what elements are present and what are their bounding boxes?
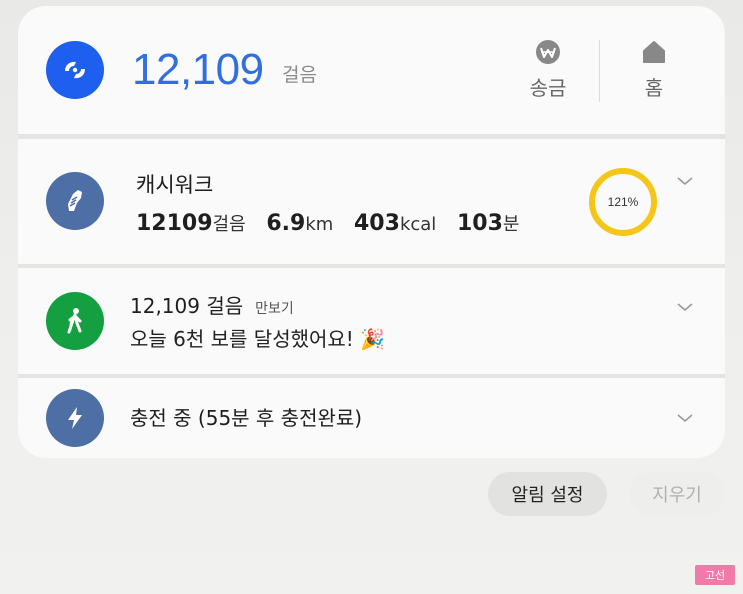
stat-time-num: 103: [456, 211, 503, 236]
charging-text: 충전 중 (55분 후 충전완료): [130, 406, 363, 430]
stat-time-unit: 분: [502, 214, 520, 235]
won-coin-icon: [536, 40, 560, 64]
notification-settings-button[interactable]: 알림 설정: [488, 472, 607, 516]
stat-steps-num: 12109: [136, 211, 213, 236]
pedometer-title: 12,109 걸음: [130, 294, 244, 318]
total-steps-value: 12,109: [132, 45, 264, 94]
cashwalk-title: 캐시워크: [136, 173, 214, 197]
pedometer-notification[interactable]: 12,109 걸음 만보기 오늘 6천 보를 달성했어요! 🎉: [18, 268, 725, 374]
charging-notification[interactable]: 충전 중 (55분 후 충전완료): [18, 378, 725, 458]
pedometer-title-row: 12,109 걸음 만보기: [130, 293, 294, 322]
watermark-badge: 고선: [695, 565, 735, 585]
header-card: 12,109 걸음 송금 홈: [18, 6, 725, 134]
shoe-icon: [46, 172, 104, 230]
progress-label: 121%: [607, 195, 639, 209]
home-label: 홈: [644, 76, 664, 100]
cashwalk-stats: 12109걸음 6.9km 403kcal 103분: [136, 209, 533, 239]
chevron-down-icon[interactable]: [676, 409, 694, 427]
send-money-label: 송금: [529, 76, 567, 100]
stat-calories-unit: kcal: [399, 214, 437, 235]
stat-distance-unit: km: [305, 214, 334, 235]
header-divider: [599, 40, 600, 102]
chevron-down-icon[interactable]: [676, 172, 694, 190]
walking-person-icon: [46, 292, 104, 350]
home-icon: [643, 41, 665, 63]
lightning-icon: [46, 389, 104, 447]
chevron-down-icon[interactable]: [676, 298, 694, 316]
notification-panel: 12,109 걸음 송금 홈 캐시워크 12109걸음 6.9km 403kca…: [18, 6, 725, 458]
home-button[interactable]: 홈: [624, 38, 684, 101]
stat-steps-unit: 걸음: [212, 214, 246, 235]
stat-distance-num: 6.9: [266, 211, 306, 236]
pedometer-message: 오늘 6천 보를 달성했어요! 🎉: [130, 327, 386, 351]
total-steps-unit: 걸음: [282, 64, 317, 86]
send-money-button[interactable]: 송금: [518, 38, 578, 101]
progress-ring: 121%: [589, 168, 657, 236]
app-logo-icon[interactable]: [46, 41, 104, 99]
stat-calories-num: 403: [354, 211, 400, 236]
pedometer-app-name: 만보기: [255, 301, 294, 317]
clear-button[interactable]: 지우기: [629, 472, 725, 516]
cashwalk-notification[interactable]: 캐시워크 12109걸음 6.9km 403kcal 103분 121%: [18, 139, 725, 264]
